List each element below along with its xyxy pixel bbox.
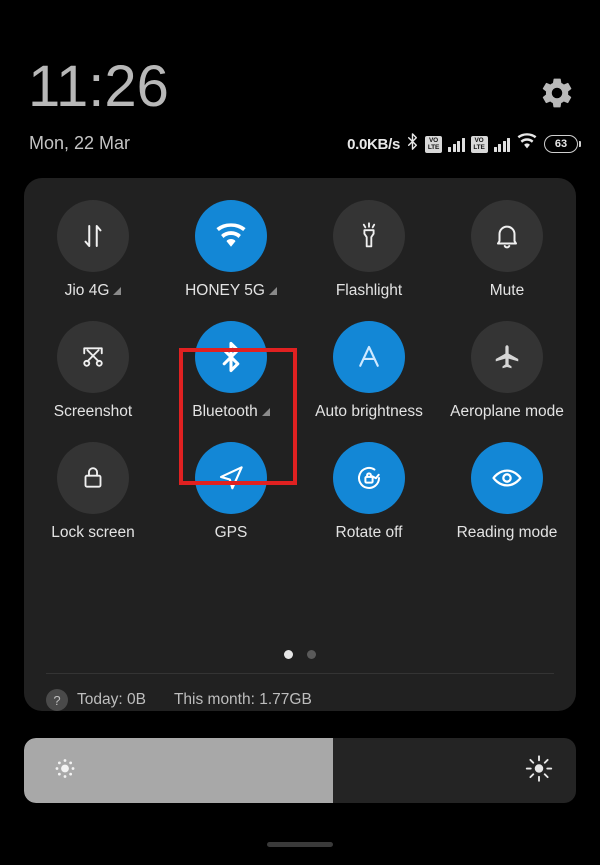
tile-flashlight[interactable]: Flashlight <box>300 200 438 300</box>
expand-triangle-icon[interactable] <box>268 287 277 295</box>
mobile-data-icon[interactable] <box>57 200 129 272</box>
wifi-icon <box>516 133 538 155</box>
tile-label-row: Auto brightness <box>300 403 438 421</box>
tile-label-row: Reading mode <box>438 524 576 542</box>
expand-triangle-icon[interactable] <box>113 287 122 295</box>
tile-label: Lock screen <box>51 524 135 541</box>
tile-label: Bluetooth <box>192 403 258 420</box>
data-usage-month: This month: 1.77GB <box>173 691 312 708</box>
quick-settings-panel: Jio 4G HONEY 5G Flashlight Mute Screensh… <box>24 178 576 711</box>
tile-bluetooth[interactable]: Bluetooth <box>162 321 300 421</box>
tile-mute[interactable]: Mute <box>438 200 576 300</box>
bluetooth-icon <box>406 132 419 156</box>
network-speed-text: 0.0KB/s <box>347 135 400 153</box>
tile-label: Auto brightness <box>315 403 423 420</box>
brightness-low-icon <box>52 755 78 786</box>
tile-label-row: Screenshot <box>24 403 162 421</box>
tile-label: HONEY 5G <box>185 282 265 299</box>
status-icon-tray: 0.0KB/s VO LTE VO LTE 63 <box>347 132 581 156</box>
flashlight-icon[interactable] <box>333 200 405 272</box>
gear-icon[interactable] <box>539 75 575 111</box>
quick-settings-tile-grid: Jio 4G HONEY 5G Flashlight Mute Screensh… <box>24 200 576 542</box>
expand-triangle-icon[interactable] <box>261 408 270 416</box>
quick-settings-screen: 11:26 Mon, 22 Mar 0.0KB/s VOLTE VOLTE <box>0 0 600 865</box>
tile-reading-mode[interactable]: Reading mode <box>438 442 576 542</box>
page-indicator <box>24 650 576 659</box>
tile-label: Screenshot <box>53 403 133 420</box>
tile-label: GPS <box>214 524 248 541</box>
screenshot-icon[interactable] <box>57 321 129 393</box>
brightness-high-icon <box>524 753 554 788</box>
auto-brightness-icon[interactable] <box>333 321 405 393</box>
tile-jio-4g[interactable]: Jio 4G <box>24 200 162 300</box>
aeroplane-icon[interactable] <box>471 321 543 393</box>
bluetooth-icon[interactable] <box>195 321 267 393</box>
tile-rotate-off[interactable]: Rotate off <box>300 442 438 542</box>
signal-bars-sim1 <box>448 137 465 152</box>
page-dot-2[interactable] <box>307 650 316 659</box>
help-icon[interactable]: ? <box>46 689 68 711</box>
tile-label-row: Rotate off <box>300 524 438 542</box>
tile-label-row: Bluetooth <box>162 403 300 421</box>
wifi-icon[interactable] <box>195 200 267 272</box>
home-gesture-bar[interactable] <box>267 842 333 847</box>
tile-label: Rotate off <box>335 524 403 541</box>
tile-label-row: Flashlight <box>300 282 438 300</box>
battery-level-text: 63 <box>554 138 568 150</box>
tile-label-row: Aeroplane mode <box>438 403 576 421</box>
navigation-arrow-icon[interactable] <box>195 442 267 514</box>
tile-label-row: HONEY 5G <box>162 282 300 300</box>
tile-label: Aeroplane mode <box>450 403 564 420</box>
rotate-lock-icon[interactable] <box>333 442 405 514</box>
data-usage-today: Today: 0B <box>77 691 146 708</box>
tile-honey-5g[interactable]: HONEY 5G <box>162 200 300 300</box>
tile-label-row: GPS <box>162 524 300 542</box>
tile-label: Flashlight <box>335 282 403 299</box>
lock-icon[interactable] <box>57 442 129 514</box>
volte-icon-sim1: VO LTE <box>425 135 442 153</box>
brightness-slider[interactable] <box>24 738 576 803</box>
tile-label: Jio 4G <box>64 282 110 299</box>
clock: 11:26 <box>28 54 169 119</box>
data-usage-bar[interactable]: ? Today: 0B This month: 1.77GB <box>46 686 312 714</box>
divider <box>46 673 554 674</box>
volte-icon-sim2: VO LTE <box>470 135 488 153</box>
tile-auto-brightness[interactable]: Auto brightness <box>300 321 438 421</box>
tile-label-row: Mute <box>438 282 576 300</box>
status-bar: 11:26 Mon, 22 Mar 0.0KB/s VOLTE VOLTE <box>0 0 600 170</box>
battery-indicator: 63 <box>544 135 581 153</box>
bell-icon[interactable] <box>471 200 543 272</box>
page-dot-1[interactable] <box>284 650 293 659</box>
tile-lock-screen[interactable]: Lock screen <box>24 442 162 542</box>
date: Mon, 22 Mar <box>29 133 131 153</box>
tile-gps[interactable]: GPS <box>162 442 300 542</box>
tile-screenshot[interactable]: Screenshot <box>24 321 162 421</box>
tile-label-row: Jio 4G <box>24 282 162 300</box>
tile-label-row: Lock screen <box>24 524 162 542</box>
signal-bars-sim2 <box>493 137 510 152</box>
tile-aeroplane-mode[interactable]: Aeroplane mode <box>438 321 576 421</box>
tile-label: Mute <box>489 282 525 299</box>
tile-label: Reading mode <box>456 524 558 541</box>
eye-icon[interactable] <box>471 442 543 514</box>
